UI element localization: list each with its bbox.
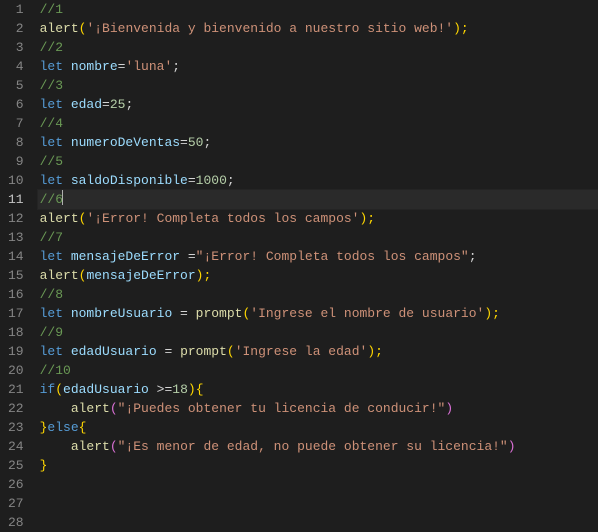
text-cursor (62, 190, 63, 205)
line-number-gutter: 1 2 3 4 5 6 7 8 9 10 11 12 13 14 15 16 1… (0, 0, 38, 532)
line-number[interactable]: 12 (8, 209, 24, 228)
line-number[interactable]: 21 (8, 380, 24, 399)
code-line[interactable]: let edadUsuario = prompt('Ingrese la eda… (38, 342, 598, 361)
line-number[interactable]: 20 (8, 361, 24, 380)
code-line[interactable]: let numeroDeVentas=50; (38, 133, 598, 152)
line-number[interactable]: 7 (8, 114, 24, 133)
line-number[interactable]: 10 (8, 171, 24, 190)
code-line[interactable]: let mensajeDeError ="¡Error! Completa to… (38, 247, 598, 266)
line-number[interactable]: 16 (8, 285, 24, 304)
line-number[interactable]: 28 (8, 513, 24, 532)
line-number[interactable]: 17 (8, 304, 24, 323)
code-line[interactable]: alert("¡Es menor de edad, no puede obten… (38, 437, 598, 456)
line-number[interactable]: 9 (8, 152, 24, 171)
line-number[interactable]: 15 (8, 266, 24, 285)
line-number[interactable]: 6 (8, 95, 24, 114)
code-line[interactable]: //5 (38, 152, 598, 171)
line-number[interactable]: 25 (8, 456, 24, 475)
code-line[interactable]: //1 (38, 0, 598, 19)
code-line-active[interactable]: //6 (38, 190, 598, 209)
code-editor: 1 2 3 4 5 6 7 8 9 10 11 12 13 14 15 16 1… (0, 0, 598, 532)
code-line[interactable]: alert("¡Puedes obtener tu licencia de co… (38, 399, 598, 418)
code-line[interactable]: let nombre='luna'; (38, 57, 598, 76)
line-number[interactable]: 26 (8, 475, 24, 494)
code-line[interactable]: //3 (38, 76, 598, 95)
line-number[interactable]: 4 (8, 57, 24, 76)
code-line[interactable]: alert('¡Error! Completa todos los campos… (38, 209, 598, 228)
code-line[interactable]: if(edadUsuario >=18){ (38, 380, 598, 399)
line-number[interactable]: 27 (8, 494, 24, 513)
code-line[interactable]: //8 (38, 285, 598, 304)
line-number[interactable]: 19 (8, 342, 24, 361)
code-line[interactable]: let edad=25; (38, 95, 598, 114)
code-line[interactable] (38, 513, 598, 532)
code-line[interactable]: alert('¡Bienvenida y bienvenido a nuestr… (38, 19, 598, 38)
line-number[interactable]: 1 (8, 0, 24, 19)
line-number[interactable]: 2 (8, 19, 24, 38)
line-number[interactable]: 5 (8, 76, 24, 95)
code-line[interactable]: //9 (38, 323, 598, 342)
line-number-active[interactable]: 11 (8, 190, 24, 209)
code-line[interactable]: alert(mensajeDeError); (38, 266, 598, 285)
code-line[interactable]: let nombreUsuario = prompt('Ingrese el n… (38, 304, 598, 323)
line-number[interactable]: 3 (8, 38, 24, 57)
line-number[interactable]: 14 (8, 247, 24, 266)
code-line[interactable]: } (38, 456, 598, 475)
line-number[interactable]: 13 (8, 228, 24, 247)
code-line[interactable]: //4 (38, 114, 598, 133)
line-number[interactable]: 8 (8, 133, 24, 152)
line-number[interactable]: 22 (8, 399, 24, 418)
line-number[interactable]: 23 (8, 418, 24, 437)
line-number[interactable]: 24 (8, 437, 24, 456)
code-line[interactable] (38, 475, 598, 494)
code-line[interactable]: //10 (38, 361, 598, 380)
code-line[interactable]: }else{ (38, 418, 598, 437)
code-line[interactable] (38, 494, 598, 513)
code-line[interactable]: //2 (38, 38, 598, 57)
code-area[interactable]: //1 alert('¡Bienvenida y bienvenido a nu… (38, 0, 598, 532)
code-line[interactable]: let saldoDisponible=1000; (38, 171, 598, 190)
line-number[interactable]: 18 (8, 323, 24, 342)
code-line[interactable]: //7 (38, 228, 598, 247)
